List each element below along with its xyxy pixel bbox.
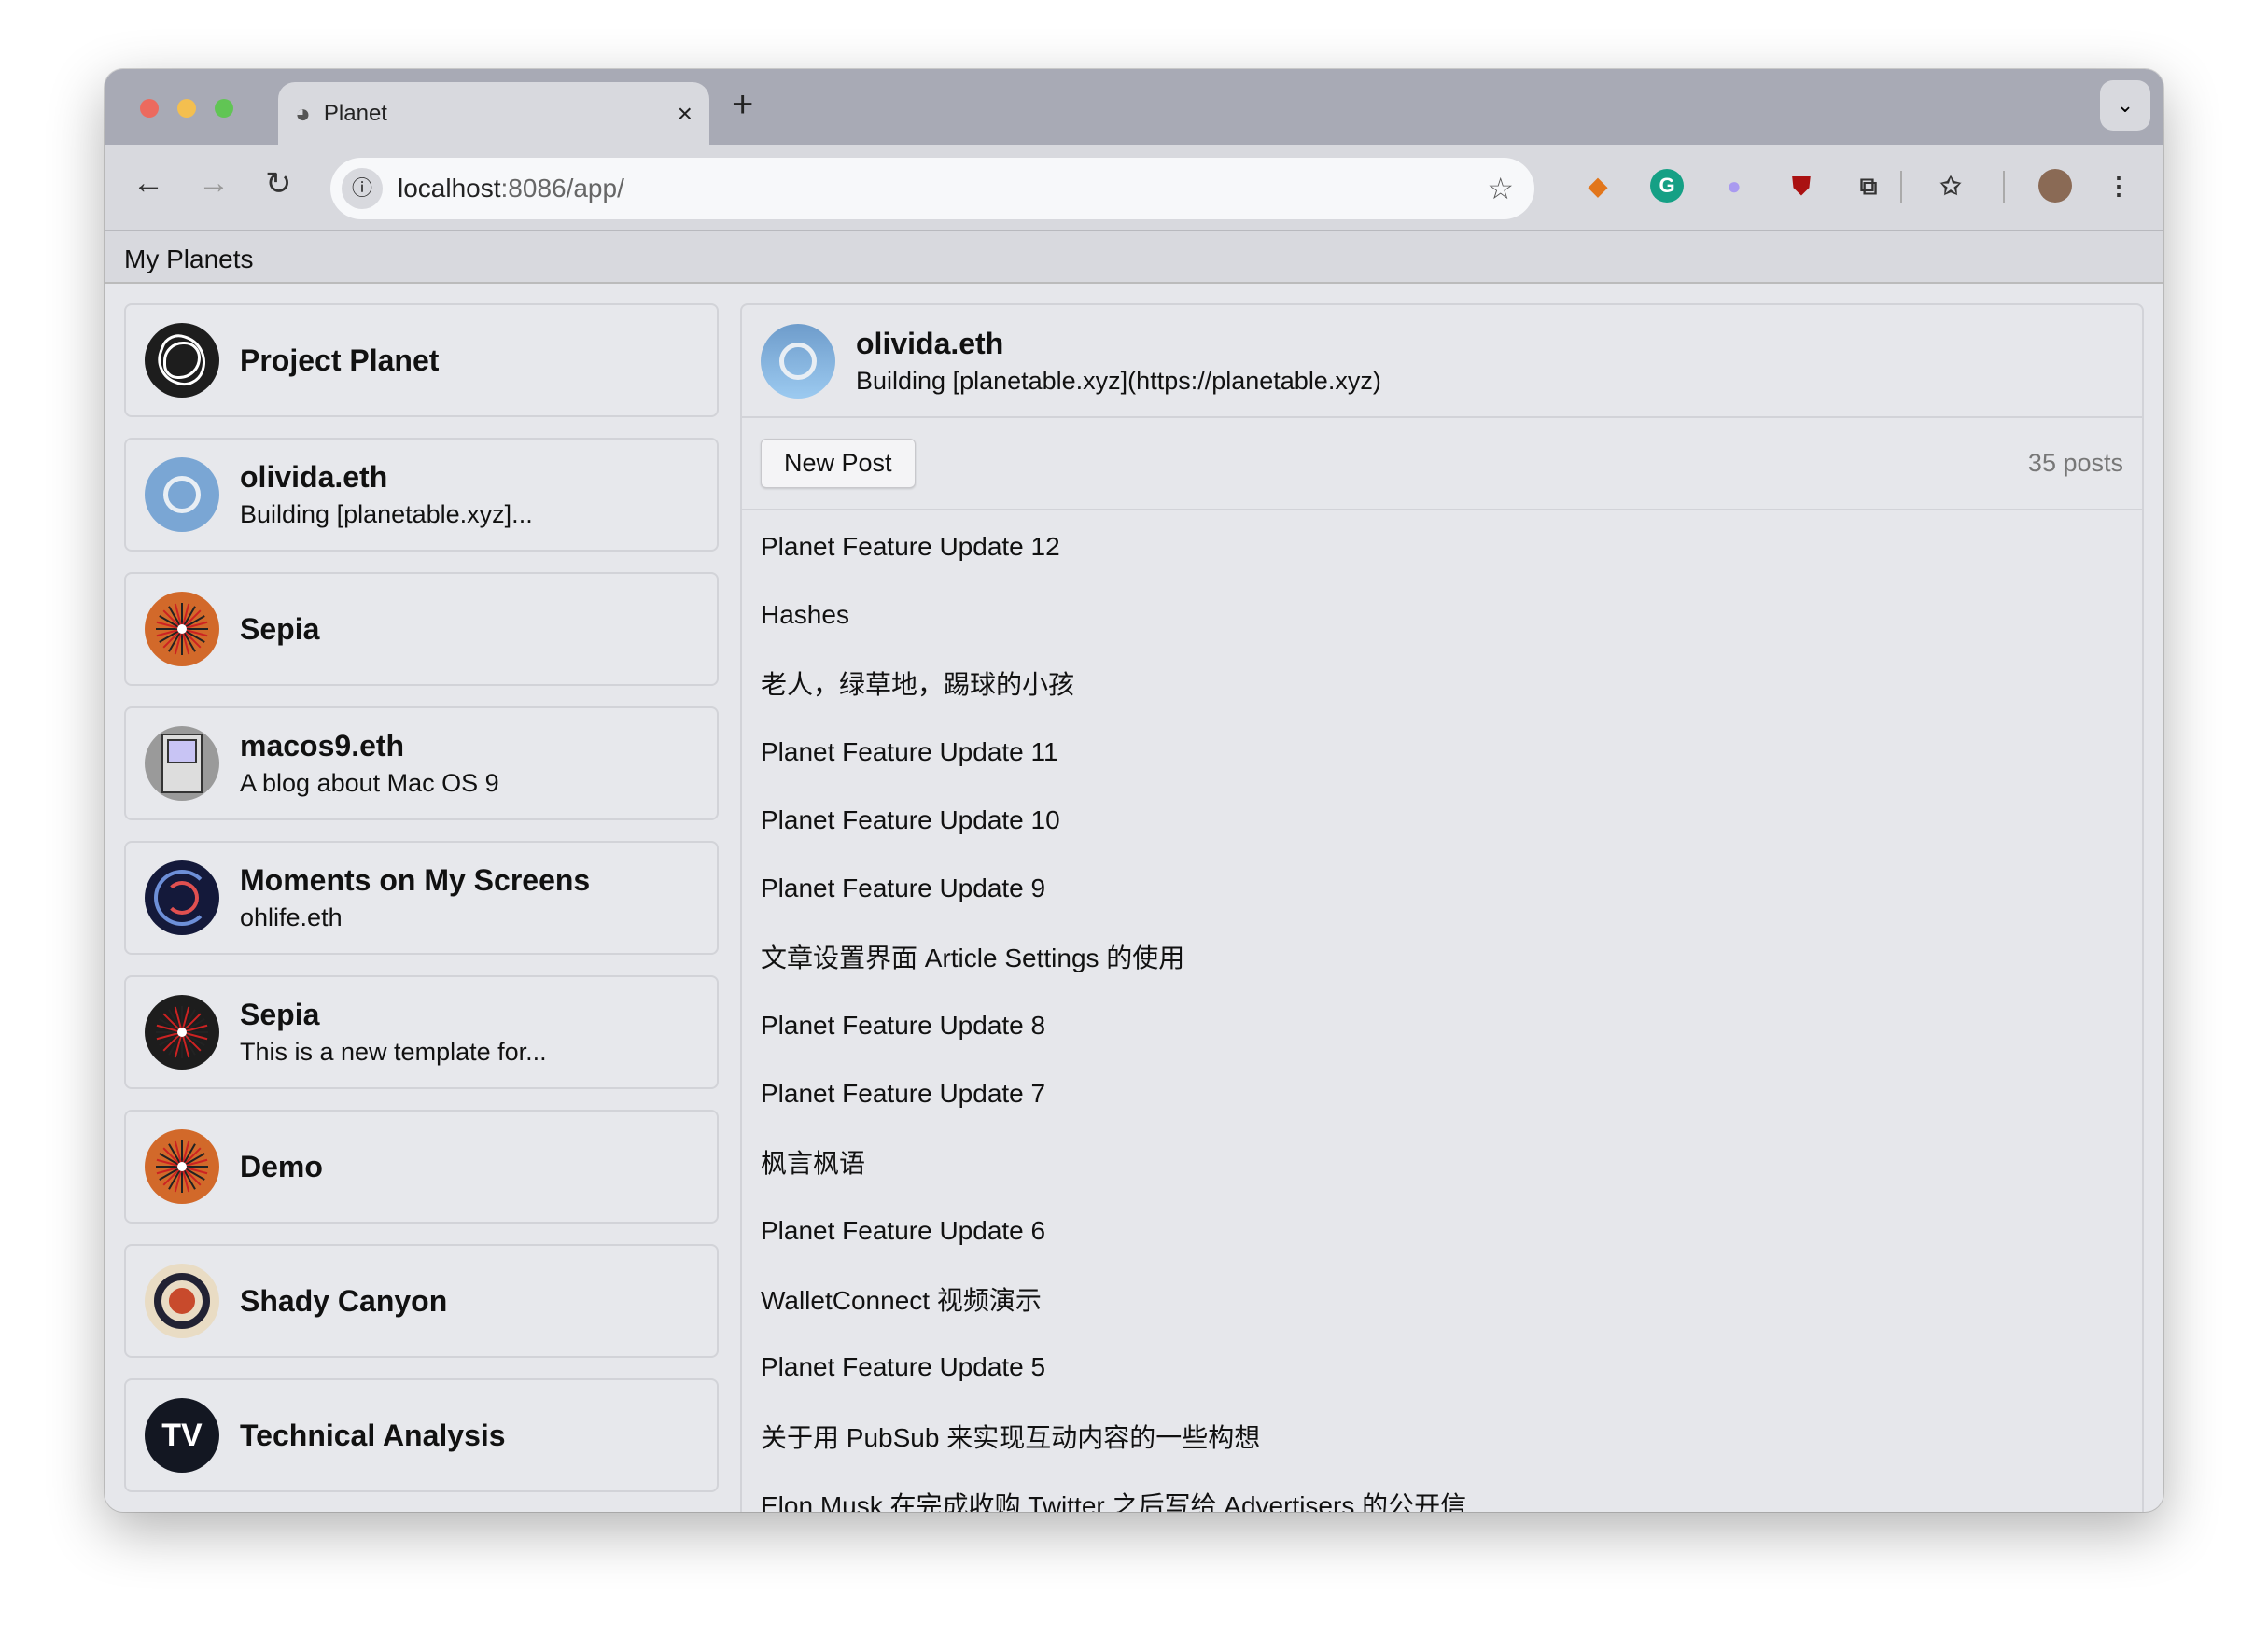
ghost-extension-icon[interactable]: ● [1717, 169, 1751, 203]
post-list-item[interactable]: Planet Feature Update 12 [742, 512, 2142, 580]
planet-list-item[interactable]: Sepia [124, 572, 719, 686]
close-window-button[interactable] [140, 99, 159, 118]
posts-toolbar: New Post 35 posts [742, 418, 2142, 510]
post-list-item[interactable]: Planet Feature Update 10 [742, 786, 2142, 854]
planet-list-item[interactable]: TV Technical Analysis [124, 1378, 719, 1492]
planet-title: macos9.eth [240, 729, 405, 762]
tab-search-button[interactable]: ⌄ [2100, 80, 2150, 131]
planet-title: Sepia [240, 611, 320, 646]
planet-list-item[interactable]: olivida.eth Building [planetable.xyz]... [124, 438, 719, 552]
tab-planet[interactable]: ◕ Planet × [278, 82, 709, 145]
address-bar[interactable]: ⓘ localhost:8086/app/ ☆ [330, 158, 1534, 219]
planet-avatar [145, 860, 219, 935]
menu-kebab-icon[interactable]: ⋮ [2102, 169, 2135, 203]
close-tab-icon[interactable]: × [678, 99, 693, 129]
planet-list-item[interactable]: Moments on My Screens ohlife.eth [124, 841, 719, 955]
browser-toolbar: ← → ↻ ⓘ localhost:8086/app/ ☆ ◆ G ● ⛊ ⧉ … [105, 145, 2163, 231]
post-list-item[interactable]: Planet Feature Update 7 [742, 1059, 2142, 1127]
divider [1900, 171, 1902, 203]
planet-subtitle: This is a new template for... [240, 1038, 547, 1066]
planet-title: Shady Canyon [240, 1283, 448, 1318]
planet-header: olivida.eth Building [planetable.xyz](ht… [742, 305, 2142, 418]
extensions-puzzle-icon[interactable]: ⧉ [1852, 169, 1885, 203]
planet-list-item[interactable]: macos9.eth A blog about Mac OS 9 [124, 706, 719, 820]
browser-window: ◕ Planet × + ⌄ ← → ↻ ⓘ localhost:8086/ap… [105, 69, 2163, 1512]
zoom-window-button[interactable] [215, 99, 233, 118]
planet-title: Technical Analysis [240, 1418, 506, 1452]
post-list-item[interactable]: Planet Feature Update 9 [742, 854, 2142, 922]
url-path: :8086/app/ [500, 174, 624, 203]
planet-title: olivida.eth [240, 460, 388, 494]
grammarly-extension-icon[interactable]: G [1650, 169, 1684, 203]
post-list-item[interactable]: Planet Feature Update 8 [742, 991, 2142, 1059]
planet-title: Demo [240, 1149, 323, 1183]
site-info-icon[interactable]: ⓘ [342, 168, 383, 209]
planet-avatar [145, 323, 219, 398]
minimize-window-button[interactable] [177, 99, 196, 118]
planet-avatar [145, 995, 219, 1070]
planet-list-item[interactable]: Demo [124, 1110, 719, 1224]
post-list-item[interactable]: 老人，绿草地，踢球的小孩 [742, 650, 2142, 718]
metamask-extension-icon[interactable]: ◆ [1581, 169, 1615, 203]
planet-avatar: TV [145, 1398, 219, 1473]
post-list-item[interactable]: Planet Feature Update 11 [742, 718, 2142, 786]
planet-list-item[interactable]: Shady Canyon [124, 1244, 719, 1358]
new-post-button[interactable]: New Post [761, 439, 916, 488]
planet-avatar [145, 1264, 219, 1338]
planet-avatar [145, 592, 219, 666]
globe-icon: ◕ [295, 98, 311, 128]
planet-title: Moments on My Screens [240, 863, 591, 897]
post-list-item[interactable]: Hashes [742, 580, 2142, 649]
new-tab-button[interactable]: + [732, 84, 753, 126]
post-list-item[interactable]: Elon Musk 在完成收购 Twitter 之后写给 Advertisers… [742, 1470, 2142, 1512]
back-icon[interactable]: ← [133, 165, 164, 202]
post-list-item[interactable]: 文章设置界面 Article Settings 的使用 [742, 923, 2142, 991]
forward-icon[interactable]: → [198, 165, 230, 202]
planet-detail: olivida.eth Building [planetable.xyz](ht… [740, 303, 2144, 1512]
post-list-item[interactable]: Planet Feature Update 6 [742, 1196, 2142, 1265]
planet-subtitle: A blog about Mac OS 9 [240, 769, 499, 797]
planet-list-item[interactable]: Project Planet [124, 303, 719, 417]
planet-list-item[interactable]: Sepia This is a new template for... [124, 975, 719, 1089]
planet-title: Project Planet [240, 343, 440, 377]
post-list-item[interactable]: Planet Feature Update 5 [742, 1334, 2142, 1402]
tab-title: Planet [323, 100, 387, 126]
post-list-item[interactable]: 关于用 PubSub 来实现互动内容的一些构想 [742, 1402, 2142, 1470]
planet-title: Sepia [240, 998, 320, 1031]
url-host: localhost [398, 174, 501, 203]
post-count: 35 posts [2027, 449, 2123, 477]
planet-avatar [145, 457, 219, 532]
post-list-item[interactable]: WalletConnect 视频演示 [742, 1265, 2142, 1333]
post-list: Planet Feature Update 12 Hashes 老人，绿草地，踢球的… [742, 510, 2142, 1512]
planet-description: Building [planetable.xyz](https://planet… [856, 366, 1381, 395]
app-title-bar: My Planets [105, 231, 2163, 284]
planet-avatar [145, 726, 219, 801]
shield-extension-icon[interactable]: ⛊ [1785, 169, 1818, 203]
profile-avatar[interactable] [2038, 169, 2072, 203]
planet-title: olivida.eth [856, 326, 1004, 360]
bookmark-star-icon[interactable]: ☆ [1487, 171, 1514, 206]
planet-list: Project Planet olivida.eth Building [plane… [124, 303, 719, 1512]
planet-avatar [145, 1129, 219, 1204]
reading-list-icon[interactable]: ✩ [1934, 169, 1967, 203]
divider [2003, 171, 2005, 203]
post-list-item[interactable]: 枫言枫语 [742, 1128, 2142, 1196]
reload-icon[interactable]: ↻ [265, 165, 292, 203]
planet-subtitle: Building [planetable.xyz]... [240, 500, 533, 528]
planet-subtitle: ohlife.eth [240, 903, 343, 931]
tab-bar: ◕ Planet × + ⌄ [105, 69, 2163, 145]
planet-avatar [761, 323, 835, 399]
